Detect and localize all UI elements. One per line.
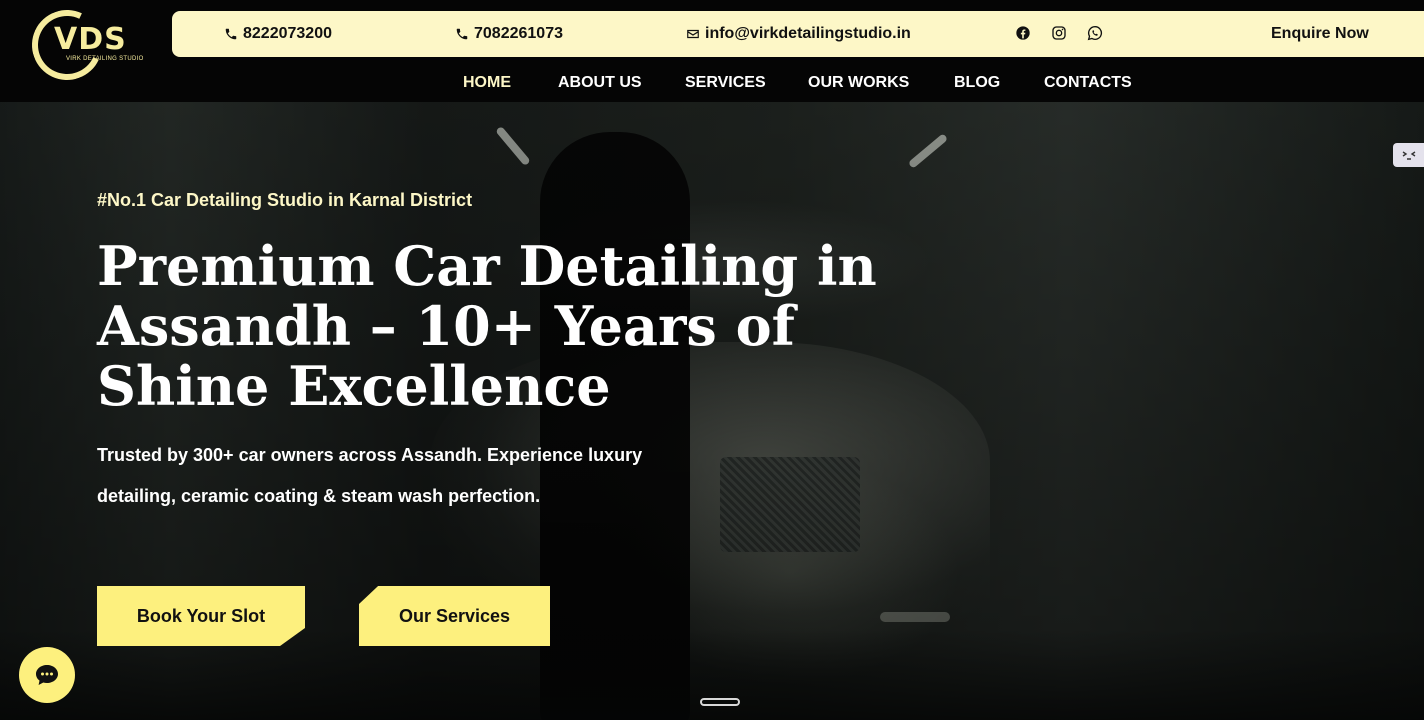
phone-number-1: 8222073200 [243, 25, 332, 42]
nav-home[interactable]: HOME [463, 74, 511, 92]
instagram-link[interactable] [1050, 24, 1068, 42]
logo-mark: VDS [54, 22, 127, 57]
whatsapp-icon [1087, 25, 1103, 41]
phone-icon [225, 28, 237, 40]
facebook-link[interactable] [1014, 24, 1032, 42]
facebook-icon [1016, 26, 1030, 40]
site-logo[interactable]: VDS VIRK DETAILING STUDIO [22, 0, 144, 90]
nav-about-us[interactable]: ABOUT US [558, 74, 642, 92]
hero-description: Trusted by 300+ car owners across Assand… [97, 445, 643, 506]
email-address: info@virkdetailingstudio.in [705, 25, 911, 42]
nav-blog[interactable]: BLOG [954, 74, 1000, 92]
nav-contacts[interactable]: CONTACTS [1044, 74, 1132, 92]
site-header: VDS VIRK DETAILING STUDIO 8222073200 708… [0, 0, 1424, 102]
whatsapp-link[interactable] [1086, 24, 1104, 42]
widget-face-icon [1402, 151, 1415, 160]
scroll-indicator[interactable] [700, 698, 740, 706]
nav-our-works[interactable]: OUR WORKS [808, 74, 909, 92]
side-widget-tab[interactable] [1393, 143, 1424, 167]
email-link[interactable]: info@virkdetailingstudio.in [686, 11, 911, 57]
hero-tagline: #No.1 Car Detailing Studio in Karnal Dis… [97, 190, 473, 210]
phone-link-1[interactable]: 8222073200 [224, 11, 332, 57]
enquire-now-button[interactable]: Enquire Now [1271, 11, 1369, 57]
chat-widget-button[interactable] [19, 647, 75, 703]
our-services-button[interactable]: Our Services [359, 586, 550, 646]
instagram-icon [1052, 26, 1066, 40]
main-nav: HOME ABOUT US SERVICES OUR WORKS BLOG CO… [0, 74, 1424, 96]
logo-subtitle: VIRK DETAILING STUDIO [66, 56, 144, 62]
book-your-slot-button[interactable]: Book Your Slot [97, 586, 305, 646]
nav-services[interactable]: SERVICES [685, 74, 766, 92]
envelope-icon [687, 29, 699, 39]
chat-bubble-icon [36, 665, 58, 685]
phone-link-2[interactable]: 7082261073 [455, 11, 563, 57]
hero-headline: Premium Car Detailing in Assandh – 10+ Y… [97, 234, 877, 418]
contact-bar: 8222073200 7082261073 info@virkdetailing… [172, 11, 1424, 57]
phone-number-2: 7082261073 [474, 25, 563, 42]
phone-icon [456, 28, 468, 40]
